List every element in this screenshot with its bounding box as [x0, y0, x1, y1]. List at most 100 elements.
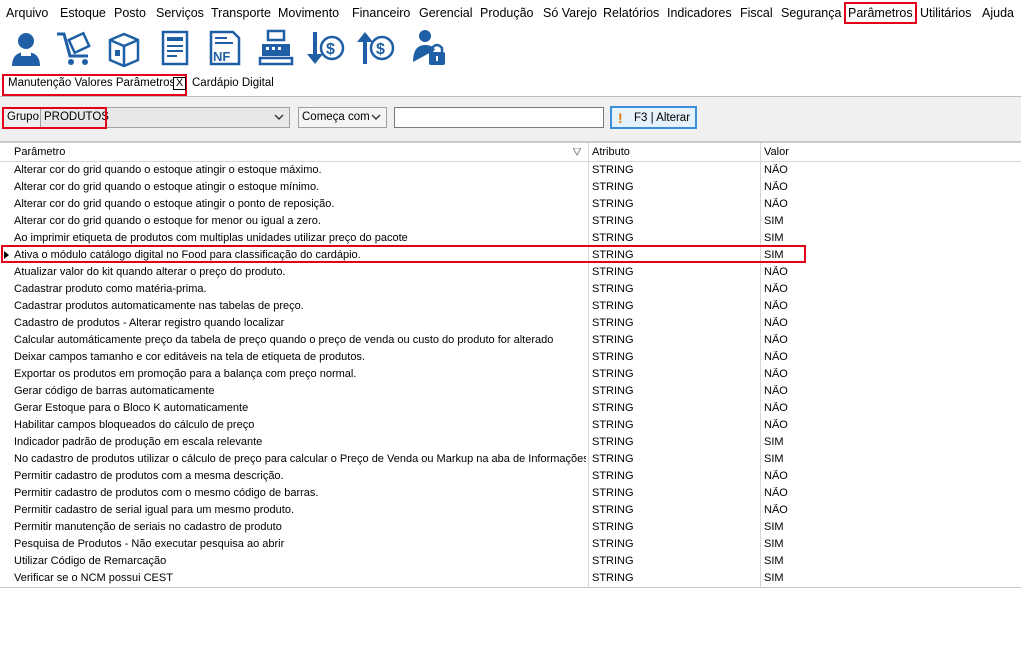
column-header-atributo[interactable]: Atributo	[592, 146, 630, 158]
cell-parametro: Indicador padrão de produção em escala r…	[14, 436, 263, 448]
table-row[interactable]: Gerar Estoque para o Bloco K automaticam…	[0, 400, 1021, 417]
menu-financeiro[interactable]: Financeiro	[352, 6, 410, 20]
table-row[interactable]: Cadastrar produtos automaticamente nas t…	[0, 298, 1021, 315]
tab-cardapio-digital[interactable]: Cardápio Digital	[192, 77, 274, 89]
table-row[interactable]: Alterar cor do grid quando o estoque ati…	[0, 179, 1021, 196]
cell-atributo: STRING	[592, 249, 634, 261]
tab-manutencao-valores-parametros[interactable]: Manutenção Valores Parâmetros	[8, 77, 175, 89]
table-row[interactable]: Exportar os produtos em promoção para a …	[0, 366, 1021, 383]
cell-parametro: Gerar Estoque para o Bloco K automaticam…	[14, 402, 249, 414]
grid-header: Parâmetro Atributo Valor	[0, 143, 1021, 162]
table-row[interactable]: Alterar cor do grid quando o estoque ati…	[0, 162, 1021, 179]
cell-valor: NÃO	[764, 470, 788, 482]
table-row[interactable]: Alterar cor do grid quando o estoque for…	[0, 213, 1021, 230]
cell-valor: SIM	[764, 436, 784, 448]
chevron-down-icon	[274, 114, 284, 120]
table-row[interactable]: Indicador padrão de produção em escala r…	[0, 434, 1021, 451]
table-row[interactable]: Gerar código de barras automaticamente ST…	[0, 383, 1021, 400]
table-row[interactable]: No cadastro de produtos utilizar o cálcu…	[0, 451, 1021, 468]
table-row[interactable]: Pesquisa de Produtos - Não executar pesq…	[0, 536, 1021, 553]
cell-atributo: STRING	[592, 215, 634, 227]
table-row[interactable]: Verificar se o NCM possui CEST STRING SIM	[0, 570, 1021, 587]
lock-user-icon[interactable]	[409, 28, 449, 68]
menu-relatorios[interactable]: Relatórios	[603, 6, 659, 20]
svg-text:$: $	[376, 41, 385, 58]
cell-atributo: STRING	[592, 504, 634, 516]
match-mode-select[interactable]: Começa com	[298, 107, 387, 128]
menu-parametros[interactable]: Parâmetros	[844, 2, 917, 24]
cell-atributo: STRING	[592, 232, 634, 244]
menu-so-varejo[interactable]: Só Varejo	[543, 6, 597, 20]
filter-icon[interactable]	[573, 148, 581, 156]
table-row[interactable]: Utilizar Código de Remarcação STRING SIM	[0, 553, 1021, 570]
cell-parametro: Permitir manutenção de seriais no cadast…	[14, 521, 282, 533]
menu-transporte[interactable]: Transporte	[211, 6, 271, 20]
cell-valor: NÃO	[764, 334, 788, 346]
cell-atributo: STRING	[592, 368, 634, 380]
cell-valor: NÃO	[764, 300, 788, 312]
user-icon[interactable]	[6, 28, 46, 68]
filter-bar: PRODUTOS Grupo Começa com ! F3 | Alterar	[0, 97, 1021, 142]
cell-atributo: STRING	[592, 555, 634, 567]
menu-arquivo[interactable]: Arquivo	[6, 6, 48, 20]
menu-bar: Arquivo Estoque Posto Serviços Transport…	[0, 0, 1021, 26]
cell-valor: SIM	[764, 215, 784, 227]
cell-valor: NÃO	[764, 351, 788, 363]
cell-parametro: Pesquisa de Produtos - Não executar pesq…	[14, 538, 285, 550]
cell-atributo: STRING	[592, 283, 634, 295]
table-row[interactable]: Calcular automáticamente preço da tabela…	[0, 332, 1021, 349]
cell-parametro: Gerar código de barras automaticamente	[14, 385, 215, 397]
match-mode-value: Começa com	[302, 111, 370, 123]
money-up-icon[interactable]: $	[355, 28, 395, 68]
search-input[interactable]	[394, 107, 604, 128]
money-down-icon[interactable]: $	[305, 28, 345, 68]
cell-atributo: STRING	[592, 419, 634, 431]
menu-posto[interactable]: Posto	[114, 6, 146, 20]
column-header-valor[interactable]: Valor	[764, 146, 789, 158]
cell-parametro: Alterar cor do grid quando o estoque ati…	[14, 198, 335, 210]
table-row[interactable]: Habilitar campos bloqueados do cálculo d…	[0, 417, 1021, 434]
menu-producao[interactable]: Produção	[480, 6, 534, 20]
alter-button[interactable]: ! F3 | Alterar	[610, 106, 697, 129]
menu-indicadores[interactable]: Indicadores	[667, 6, 732, 20]
table-row[interactable]: Alterar cor do grid quando o estoque ati…	[0, 196, 1021, 213]
table-row[interactable]: Ativa o módulo catálogo digital no Food …	[0, 247, 1021, 264]
cell-atributo: STRING	[592, 334, 634, 346]
column-separator[interactable]	[588, 143, 589, 161]
cell-atributo: STRING	[592, 453, 634, 465]
table-row[interactable]: Permitir cadastro de produtos com o mesm…	[0, 485, 1021, 502]
menu-servicos[interactable]: Serviços	[156, 6, 204, 20]
document-icon[interactable]	[155, 28, 195, 68]
table-row[interactable]: Permitir cadastro de produtos com a mesm…	[0, 468, 1021, 485]
cell-valor: NÃO	[764, 419, 788, 431]
cart-icon[interactable]	[55, 28, 95, 68]
menu-gerencial[interactable]: Gerencial	[419, 6, 473, 20]
table-row[interactable]: Ao imprimir etiqueta de produtos com mul…	[0, 230, 1021, 247]
menu-seguranca[interactable]: Segurança	[781, 6, 841, 20]
menu-utilitarios[interactable]: Utilitários	[920, 6, 971, 20]
column-separator[interactable]	[760, 143, 761, 161]
table-row[interactable]: Permitir cadastro de serial igual para u…	[0, 502, 1021, 519]
cell-atributo: STRING	[592, 487, 634, 499]
column-header-parametro[interactable]: Parâmetro	[14, 146, 65, 158]
cash-register-icon[interactable]	[256, 28, 296, 68]
cell-valor: SIM	[764, 555, 784, 567]
menu-ajuda[interactable]: Ajuda	[982, 6, 1014, 20]
menu-movimento[interactable]: Movimento	[278, 6, 339, 20]
table-row[interactable]: Deixar campos tamanho e cor editáveis na…	[0, 349, 1021, 366]
table-row[interactable]: Atualizar valor do kit quando alterar o …	[0, 264, 1021, 281]
menu-estoque[interactable]: Estoque	[60, 6, 106, 20]
cell-parametro: Cadastro de produtos - Alterar registro …	[14, 317, 285, 329]
table-row[interactable]: Permitir manutenção de seriais no cadast…	[0, 519, 1021, 536]
box-icon[interactable]	[104, 28, 144, 68]
table-row[interactable]: Cadastro de produtos - Alterar registro …	[0, 315, 1021, 332]
table-row[interactable]: Cadastrar produto como matéria-prima. STR…	[0, 281, 1021, 298]
toolbar: NF $ $	[0, 26, 1021, 72]
menu-fiscal[interactable]: Fiscal	[740, 6, 773, 20]
nf-invoice-icon[interactable]: NF	[205, 28, 245, 68]
cell-parametro: No cadastro de produtos utilizar o cálcu…	[14, 453, 586, 465]
tab-close-button[interactable]: X	[173, 77, 186, 90]
cell-parametro: Permitir cadastro de produtos com a mesm…	[14, 470, 284, 482]
svg-text:$: $	[326, 41, 335, 58]
cell-valor: NÃO	[764, 283, 788, 295]
